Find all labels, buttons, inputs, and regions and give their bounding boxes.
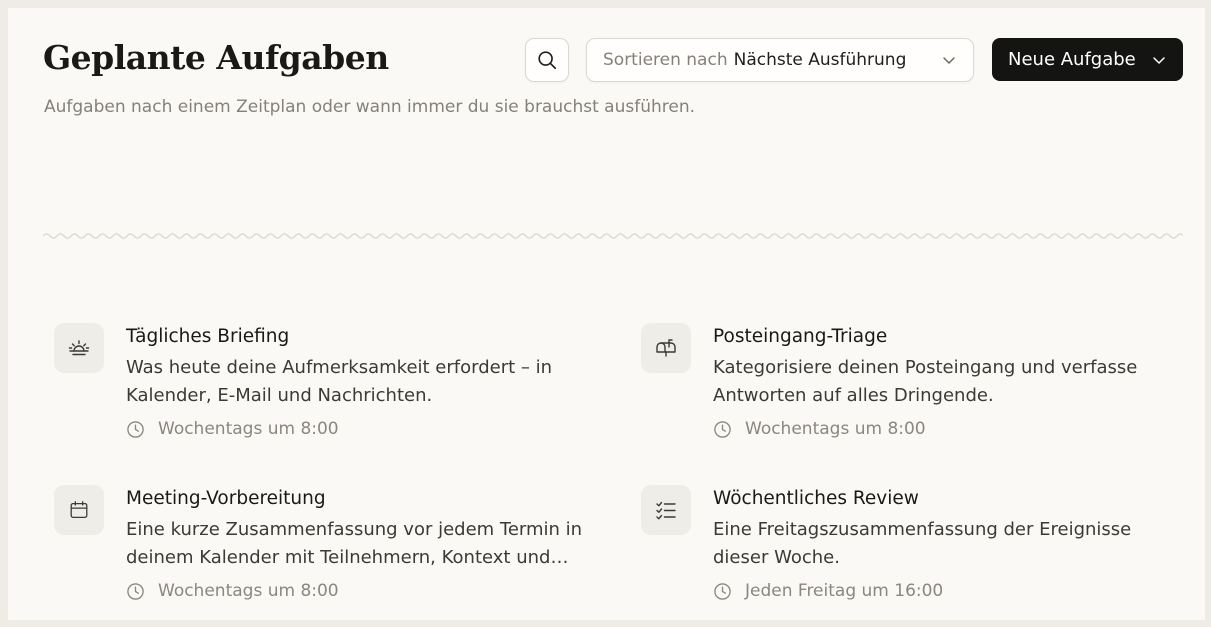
chevron-down-icon <box>941 52 957 68</box>
task-title: Tägliches Briefing <box>126 326 290 347</box>
task-schedule-text: Wochentags um 8:00 <box>158 419 339 439</box>
task-icon-box <box>54 485 104 535</box>
task-card-inbox-triage[interactable]: Posteingang-Triage Kategorisiere deinen … <box>641 323 1181 463</box>
task-title: Posteingang-Triage <box>713 326 888 347</box>
task-schedule-text: Wochentags um 8:00 <box>158 581 339 601</box>
page-title: Geplante Aufgaben <box>43 38 389 77</box>
sunrise-icon <box>67 336 91 360</box>
search-button[interactable] <box>525 38 569 82</box>
checklist-icon <box>654 498 678 522</box>
clock-icon <box>126 420 145 439</box>
task-description: Eine kurze Zusammenfassung vor jedem Ter… <box>126 519 583 568</box>
task-schedule: Wochentags um 8:00 <box>126 419 339 439</box>
task-schedule-text: Wochentags um 8:00 <box>745 419 926 439</box>
chevron-down-icon[interactable] <box>1151 52 1167 68</box>
calendar-icon <box>68 499 90 521</box>
new-task-button[interactable]: Neue Aufgabe <box>992 38 1183 81</box>
task-icon-box <box>54 323 104 373</box>
sort-prefix-label: Sortieren nach <box>603 50 728 70</box>
task-description: Eine Freitagszusammenfassung der Ereigni… <box>713 519 1132 568</box>
mailbox-icon <box>654 336 678 360</box>
task-card-weekly-review[interactable]: Wöchentliches Review Eine Freitagszusamm… <box>641 485 1181 620</box>
clock-icon <box>126 582 145 601</box>
task-schedule: Wochentags um 8:00 <box>126 581 339 601</box>
sort-select[interactable]: Sortieren nach Nächste Ausführung <box>586 38 974 82</box>
task-schedule-text: Jeden Freitag um 16:00 <box>745 581 944 601</box>
search-icon <box>536 49 558 71</box>
task-icon-box <box>641 485 691 535</box>
clock-icon <box>713 420 732 439</box>
new-task-label: Neue Aufgabe <box>1008 49 1136 70</box>
task-schedule: Jeden Freitag um 16:00 <box>713 581 943 601</box>
task-description: Was heute deine Aufmerksamkeit erfordert… <box>126 357 553 406</box>
task-description: Kategorisiere deinen Posteingang und ver… <box>713 357 1138 406</box>
task-title: Wöchentliches Review <box>713 488 919 509</box>
task-schedule: Wochentags um 8:00 <box>713 419 926 439</box>
sort-selected-value: Nächste Ausführung <box>733 50 907 70</box>
clock-icon <box>713 582 732 601</box>
page-subtitle: Aufgaben nach einem Zeitplan oder wann i… <box>44 97 696 117</box>
wave-divider <box>43 233 1183 239</box>
task-card-daily-briefing[interactable]: Tägliches Briefing Was heute deine Aufme… <box>54 323 594 463</box>
task-card-meeting-prep[interactable]: Meeting-Vorbereitung Eine kurze Zusammen… <box>54 485 594 620</box>
scheduled-tasks-page: Geplante Aufgaben Aufgaben nach einem Ze… <box>8 8 1205 620</box>
task-icon-box <box>641 323 691 373</box>
task-title: Meeting-Vorbereitung <box>126 488 326 509</box>
